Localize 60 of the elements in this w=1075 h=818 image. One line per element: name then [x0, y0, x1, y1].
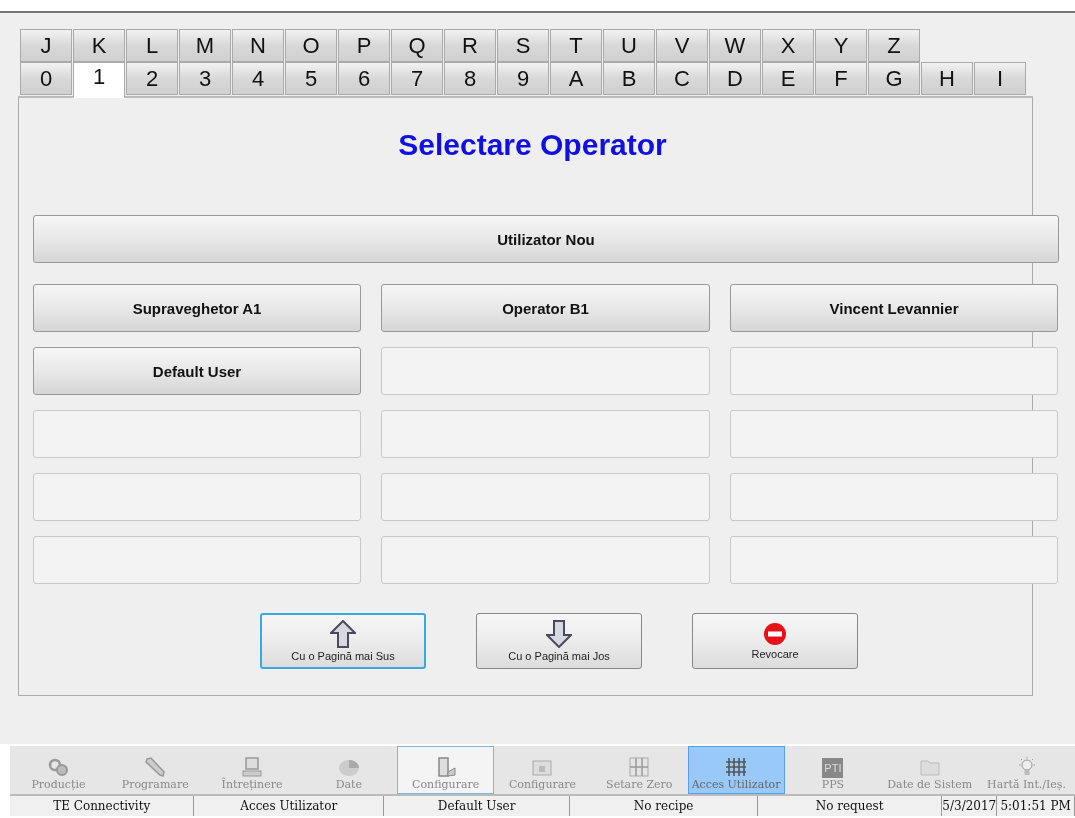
operator-button[interactable]: Operator B1 — [381, 284, 710, 332]
operator-button[interactable]: Vincent Levannier — [730, 284, 1058, 332]
status-field: TE Connectivity — [10, 796, 195, 816]
tab[interactable]: P — [338, 29, 390, 62]
tab[interactable]: D — [709, 62, 761, 95]
tab[interactable]: T — [550, 29, 602, 62]
tab[interactable]: L — [126, 29, 178, 62]
tab[interactable]: Z — [868, 29, 920, 62]
tab[interactable]: C — [656, 62, 708, 95]
tab[interactable]: 5 — [285, 62, 337, 95]
tab[interactable]: Y — [815, 29, 867, 62]
fence-icon — [725, 756, 748, 778]
status-field: 5/3/2017 — [942, 796, 998, 816]
grid-icon — [628, 756, 651, 778]
down-arrow-icon — [546, 620, 572, 648]
tab[interactable]: J — [20, 29, 72, 62]
pti-icon: PTI — [822, 758, 844, 778]
tab[interactable]: 1 — [73, 62, 125, 98]
tab[interactable]: 8 — [444, 62, 496, 95]
status-field: Default User — [383, 796, 571, 816]
pencil-icon — [144, 756, 167, 778]
operator-button[interactable]: Supraveghetor A1 — [33, 284, 361, 332]
tab[interactable]: V — [656, 29, 708, 62]
status-field: No request — [757, 796, 943, 816]
tab[interactable]: H — [921, 62, 973, 95]
page-button[interactable]: Cu o Pagină mai Jos — [476, 613, 642, 669]
tab[interactable]: N — [232, 29, 284, 62]
cancel-button[interactable]: Revocare — [692, 613, 858, 669]
operator-button[interactable]: Default User — [33, 347, 361, 395]
tab[interactable]: I — [974, 62, 1026, 95]
tab[interactable]: K — [73, 29, 125, 62]
status-field: 5:01:51 PM — [997, 796, 1075, 816]
tab[interactable]: R — [444, 29, 496, 62]
tab[interactable]: U — [603, 29, 655, 62]
tab[interactable]: E — [762, 62, 814, 95]
tab[interactable]: 9 — [497, 62, 549, 95]
status-field: No recipe — [570, 796, 758, 816]
up-arrow-icon — [330, 620, 356, 648]
page-title: Selectare Operator — [397, 128, 668, 163]
tab[interactable]: M — [179, 29, 231, 62]
computer-icon — [241, 756, 264, 778]
tab[interactable]: X — [762, 29, 814, 62]
tab[interactable]: 2 — [126, 62, 178, 95]
tab[interactable]: O — [285, 29, 337, 62]
tab[interactable]: S — [497, 29, 549, 62]
tab[interactable]: 4 — [232, 62, 284, 95]
tab[interactable]: Q — [391, 29, 443, 62]
tab[interactable]: W — [709, 29, 761, 62]
no-entry-icon — [763, 622, 787, 646]
tab[interactable]: 0 — [20, 62, 72, 95]
tab[interactable]: G — [868, 62, 920, 95]
tab[interactable]: 3 — [179, 62, 231, 95]
new-user-button[interactable]: Utilizator Nou — [33, 215, 1059, 263]
tab[interactable]: F — [815, 62, 867, 95]
tab[interactable]: 6 — [338, 62, 390, 95]
status-field: Acces Utilizator — [194, 796, 384, 816]
tab[interactable]: 7 — [391, 62, 443, 95]
tab[interactable]: A — [550, 62, 602, 95]
tab[interactable]: B — [603, 62, 655, 95]
page-button[interactable]: Cu o Pagină mai Sus — [260, 613, 426, 669]
